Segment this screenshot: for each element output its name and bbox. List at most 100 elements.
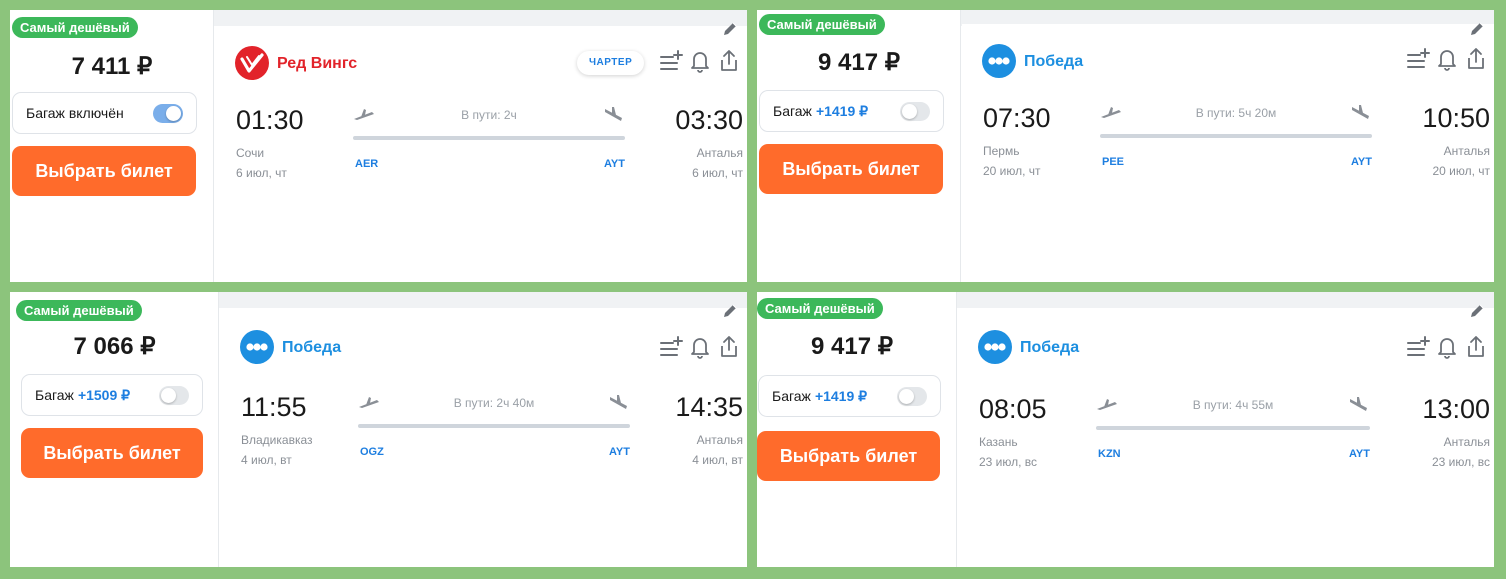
card-actions <box>659 334 743 362</box>
select-ticket-button[interactable]: Выбрать билет <box>12 146 196 196</box>
ticket-price: 7 066 ₽ <box>73 333 156 360</box>
baggage-option[interactable]: Багаж включён <box>12 92 197 134</box>
toggle-knob <box>166 106 181 121</box>
airline-name: Победа <box>282 339 342 356</box>
price-panel: 7 411 ₽ Багаж включён Выбрать билет <box>10 10 214 282</box>
flight-details: Победа 08:05 Казань 23 июл, вс В пути: 4… <box>958 314 1494 567</box>
departure-time: 08:05 <box>979 394 1047 424</box>
departure-city: Владикавказ <box>241 433 313 447</box>
arrival-airport-code: AYT <box>1351 156 1372 168</box>
charter-badge: ЧАРТЕР <box>577 51 645 75</box>
departure-city: Казань <box>979 435 1018 449</box>
share-icon[interactable] <box>717 48 741 74</box>
bell-icon[interactable] <box>1435 334 1459 360</box>
filter-add-icon[interactable] <box>1406 46 1430 72</box>
baggage-extra-price: +1509 ₽ <box>77 387 131 403</box>
baggage-toggle[interactable] <box>159 386 189 405</box>
pencil-icon[interactable] <box>1468 302 1486 320</box>
departure-city: Пермь <box>983 144 1020 158</box>
route-bar <box>1096 426 1370 430</box>
route-bar <box>1100 134 1372 138</box>
arrival-time: 13:00 <box>1422 394 1490 424</box>
flight-card: 7 066 ₽ Багаж +1509 ₽ Выбрать билет Самый… <box>10 292 747 567</box>
arrival-airport-code: AYT <box>1349 448 1370 460</box>
arrival-date: 23 июл, вс <box>1431 455 1490 469</box>
toggle-knob <box>899 389 914 404</box>
filter-add-icon[interactable] <box>659 48 683 74</box>
baggage-label: Багаж +1419 ₽ <box>773 103 869 119</box>
departure-time: 07:30 <box>983 103 1051 133</box>
airline-name: Ред Вингс <box>277 55 358 72</box>
flight-details: Победа 07:30 Пермь 20 июл, чт В пути: 5ч… <box>962 24 1494 282</box>
bell-icon[interactable] <box>688 334 712 360</box>
filter-add-icon[interactable] <box>659 334 683 360</box>
arrival-airport-code: AYT <box>609 446 630 458</box>
share-icon[interactable] <box>1464 334 1488 360</box>
route-line: В пути: 2ч AER AYT <box>353 102 625 182</box>
filter-add-icon[interactable] <box>1406 334 1430 360</box>
share-icon[interactable] <box>717 334 741 360</box>
arrival-city: Анталья <box>1443 435 1490 449</box>
landing-icon <box>603 106 625 122</box>
flight-details: Ред Вингс ЧАРТЕР 01:30 Сочи 6 июл, чт В … <box>215 26 747 282</box>
pencil-icon[interactable] <box>1468 20 1486 38</box>
toggle-knob <box>902 104 917 119</box>
landing-icon <box>608 394 630 410</box>
departure-date: 6 июл, чт <box>236 166 287 180</box>
route-line: В пути: 4ч 55м KZN AYT <box>1096 392 1370 472</box>
baggage-label: Багаж +1419 ₽ <box>772 388 868 404</box>
airline-name: Победа <box>1024 53 1084 70</box>
departure-date: 20 июл, чт <box>983 164 1041 178</box>
bell-icon[interactable] <box>688 48 712 74</box>
flight-duration: В пути: 5ч 20м <box>1195 106 1277 120</box>
price-panel: 9 417 ₽ Багаж +1419 ₽ Выбрать билет <box>757 10 961 282</box>
departure-airport-code: PEE <box>1102 156 1125 168</box>
share-icon[interactable] <box>1464 46 1488 72</box>
flight-duration: В пути: 2ч 40м <box>453 396 535 410</box>
baggage-toggle[interactable] <box>897 387 927 406</box>
baggage-toggle[interactable] <box>153 104 183 123</box>
pobeda-logo <box>240 330 274 364</box>
route-bar <box>358 424 630 428</box>
baggage-extra-price: +1419 ₽ <box>814 388 868 404</box>
card-actions <box>1406 46 1490 74</box>
route-bar <box>353 136 625 140</box>
departure-airport-code: AER <box>355 158 379 170</box>
pencil-icon[interactable] <box>721 20 739 38</box>
baggage-toggle[interactable] <box>900 102 930 121</box>
baggage-option[interactable]: Багаж +1419 ₽ <box>758 375 941 417</box>
route-line: В пути: 5ч 20м PEE AYT <box>1100 100 1372 180</box>
arrival-city: Анталья <box>1443 144 1490 158</box>
bell-icon[interactable] <box>1435 46 1459 72</box>
flight-duration: В пути: 4ч 55м <box>1192 398 1274 412</box>
page: { "cards": [ { "badge": "Самый дешёвый",… <box>0 0 1506 579</box>
cheapest-badge: Самый дешёвый <box>12 17 138 38</box>
airline-name: Победа <box>1020 339 1080 356</box>
cheapest-badge: Самый дешёвый <box>16 300 142 321</box>
select-ticket-button[interactable]: Выбрать билет <box>757 431 940 481</box>
pencil-icon[interactable] <box>721 302 739 320</box>
baggage-extra-price: +1419 ₽ <box>815 103 869 119</box>
departure-time: 11:55 <box>241 392 307 422</box>
flight-details: Победа 11:55 Владикавказ 4 июл, вт В пут… <box>220 314 747 567</box>
select-ticket-button[interactable]: Выбрать билет <box>21 428 203 478</box>
route-line: В пути: 2ч 40м OGZ AYT <box>358 390 630 470</box>
red-wings-logo <box>235 46 269 80</box>
cheapest-badge: Самый дешёвый <box>757 298 883 319</box>
cheapest-badge: Самый дешёвый <box>759 14 885 35</box>
price-panel: 9 417 ₽ Багаж +1419 ₽ Выбрать билет <box>757 292 957 567</box>
baggage-option[interactable]: Багаж +1419 ₽ <box>759 90 944 132</box>
landing-icon <box>1348 396 1370 412</box>
departure-date: 23 июл, вс <box>979 455 1038 469</box>
departure-city: Сочи <box>236 146 265 160</box>
price-panel: 7 066 ₽ Багаж +1509 ₽ Выбрать билет <box>10 292 219 567</box>
arrival-date: 4 июл, вт <box>692 453 743 467</box>
select-ticket-button[interactable]: Выбрать билет <box>759 144 943 194</box>
arrival-time: 03:30 <box>675 105 743 135</box>
arrival-time: 14:35 <box>675 392 743 422</box>
baggage-option[interactable]: Багаж +1509 ₽ <box>21 374 203 416</box>
flight-duration: В пути: 2ч <box>461 108 517 122</box>
baggage-label: Багаж +1509 ₽ <box>35 387 131 403</box>
ticket-price: 7 411 ₽ <box>71 53 153 80</box>
arrival-city: Анталья <box>696 433 743 447</box>
